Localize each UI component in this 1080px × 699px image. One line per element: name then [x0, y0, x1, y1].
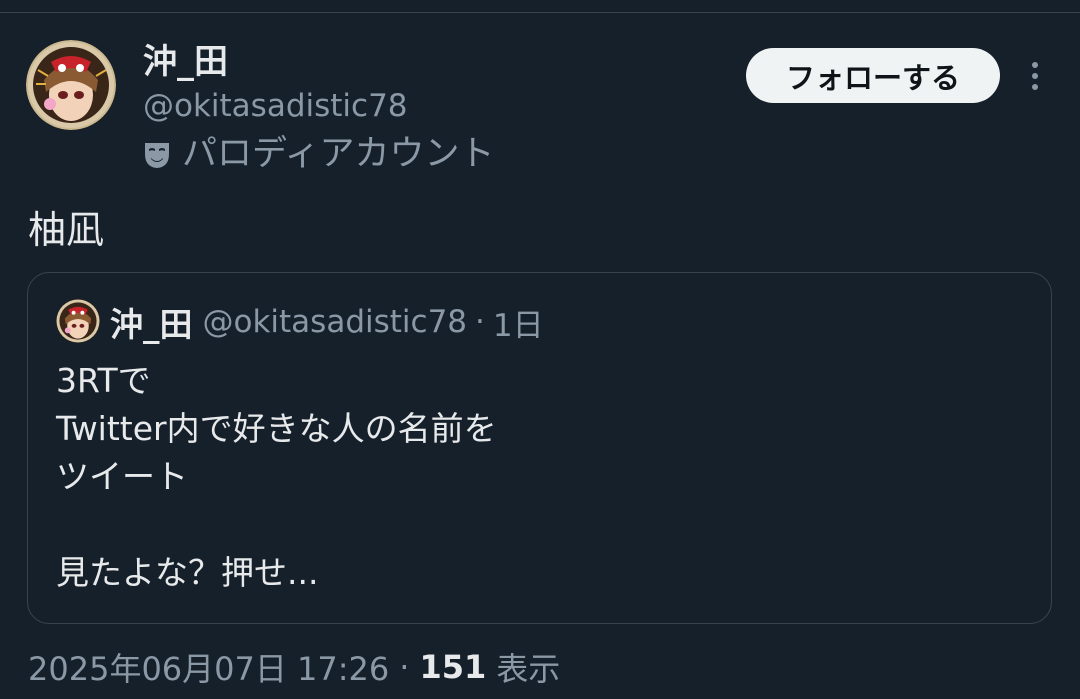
quoted-avatar[interactable] [56, 299, 100, 343]
tweet-text: 柚凪 [28, 208, 105, 252]
meta-separator: · [399, 648, 410, 686]
avatar[interactable] [26, 40, 116, 130]
views-count[interactable]: 151 [419, 648, 486, 686]
quoted-text-line [56, 501, 497, 549]
quoted-text-line: ツイート [56, 457, 188, 496]
theater-mask-icon [140, 137, 174, 171]
top-divider [0, 12, 1080, 13]
parody-account-label: パロディアカウント [140, 132, 495, 176]
follow-button[interactable]: フォローする [746, 48, 1000, 103]
quoted-tweet-text: 3RTで Twitter内で好きな人の名前を ツイート 見たよな？押せ... [56, 357, 497, 597]
tweet-timestamp[interactable]: 2025年06月07日 17:26 [28, 644, 389, 690]
quoted-text-line: Twitter内で好きな人の名前を [56, 409, 497, 448]
quoted-tweet-header: 沖_田 @okitasadistic78 · 1日 [110, 299, 544, 345]
quoted-tweet-card[interactable]: 沖_田 @okitasadistic78 · 1日 3RTで Twitter内で… [27, 272, 1052, 624]
quoted-separator-dot: · [475, 304, 485, 340]
quoted-timestamp[interactable]: 1日 [493, 300, 544, 345]
quoted-text-line: 見たよな？押せ... [56, 553, 319, 592]
quoted-handle[interactable]: @okitasadistic78 [203, 304, 468, 340]
parody-label-text: パロディアカウント [182, 134, 495, 174]
quoted-text-line: 3RTで [56, 361, 151, 400]
tweet-meta: 2025年06月07日 17:26 · 151 表示 [28, 644, 560, 690]
quoted-display-name[interactable]: 沖_田 [110, 298, 193, 346]
more-vertical-icon[interactable] [1018, 56, 1052, 96]
author-display-name[interactable]: 沖_田 [143, 40, 228, 84]
views-label: 表示 [496, 650, 561, 688]
author-handle[interactable]: @okitasadistic78 [143, 86, 408, 126]
